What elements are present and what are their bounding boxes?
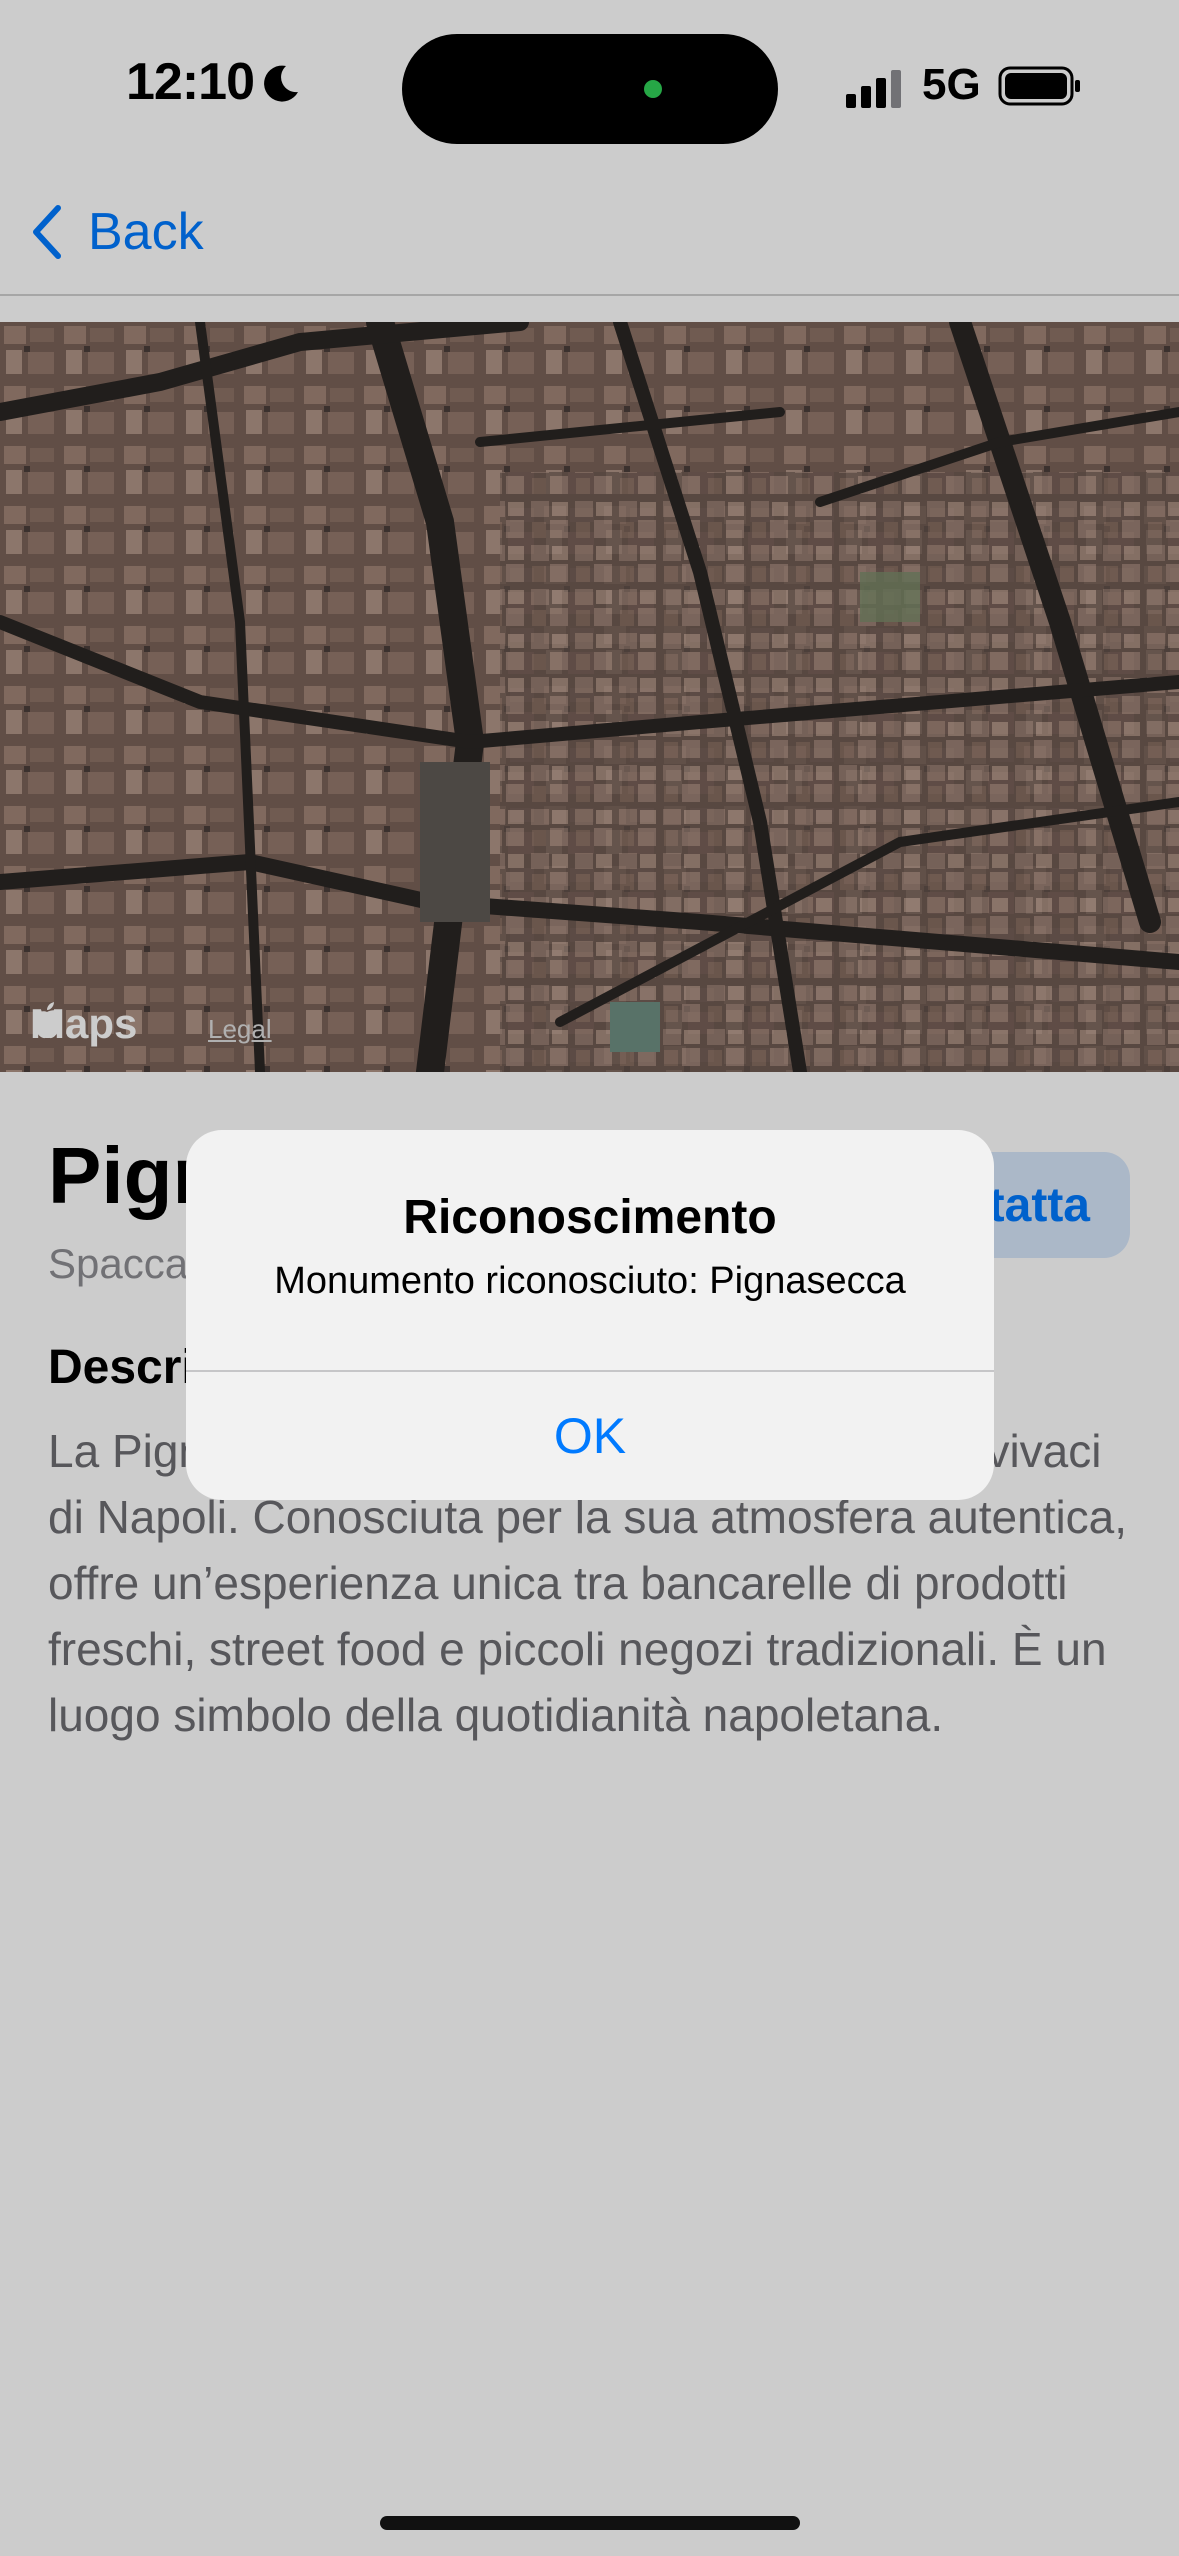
alert-dialog: Riconoscimento Monumento riconosciuto: P…	[186, 1130, 994, 1500]
alert-title: Riconoscimento	[403, 1191, 777, 1244]
home-indicator[interactable]	[380, 2516, 800, 2530]
ok-button[interactable]: OK	[186, 1372, 994, 1500]
alert-message: Monumento riconosciuto: Pignasecca	[274, 1260, 906, 1302]
